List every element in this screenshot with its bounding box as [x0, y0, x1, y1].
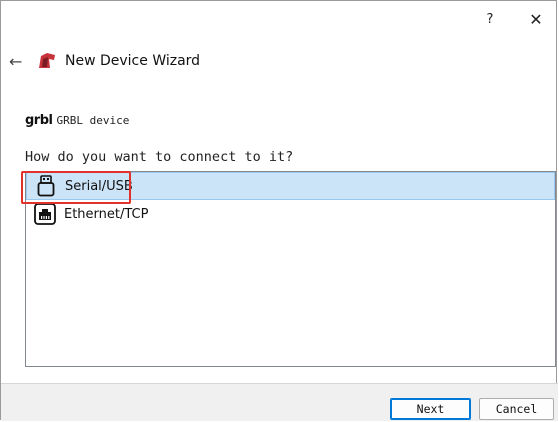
next-button[interactable]: Next: [390, 398, 471, 420]
device-info: grbl GRBL device: [25, 113, 129, 128]
button-bar: Next Cancel: [1, 383, 558, 421]
wizard-title: New Device Wizard: [65, 53, 201, 69]
wizard-header: ← New Device Wizard: [9, 49, 200, 73]
grbl-logo: grbl: [25, 113, 53, 128]
wizard-window: ? ✕ ← New Device Wizard grbl GRBL device…: [0, 0, 558, 421]
usb-icon: [35, 175, 57, 197]
list-item-label: Ethernet/TCP: [64, 206, 149, 222]
list-item-ethernet-tcp[interactable]: Ethernet/TCP: [26, 200, 555, 228]
device-name: GRBL device: [56, 114, 130, 127]
ethernet-icon: [34, 203, 56, 225]
cancel-button[interactable]: Cancel: [479, 398, 554, 420]
connection-list: Serial/USB Ethernet/TCP: [25, 171, 556, 367]
app-logo-icon: [39, 53, 55, 68]
help-button[interactable]: ?: [475, 7, 505, 31]
list-item-serial-usb[interactable]: Serial/USB: [26, 172, 555, 200]
back-arrow-icon[interactable]: ←: [9, 52, 31, 71]
list-item-label: Serial/USB: [65, 178, 133, 194]
connection-question: How do you want to connect to it?: [25, 149, 294, 165]
close-button[interactable]: ✕: [521, 7, 551, 31]
